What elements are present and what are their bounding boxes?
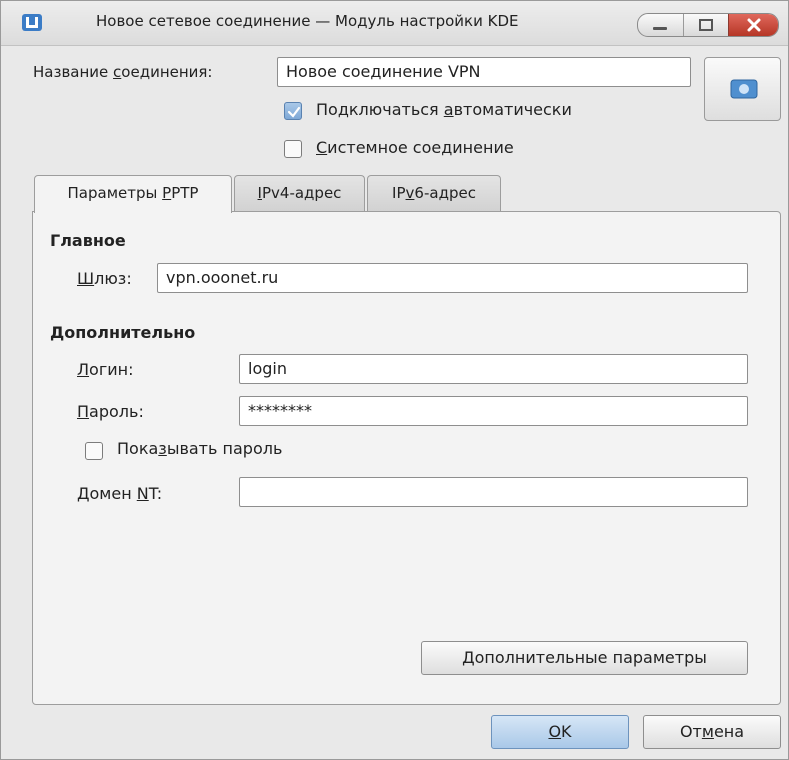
- login-input[interactable]: login: [239, 354, 748, 384]
- password-input[interactable]: ********: [239, 396, 748, 426]
- ok-button[interactable]: OK: [491, 715, 629, 749]
- network-folder-icon: [730, 79, 758, 99]
- dialog-window: Новое сетевое соединение — Модуль настро…: [0, 0, 789, 760]
- minimize-button[interactable]: [638, 14, 682, 36]
- nt-domain-label: Домен NT:: [77, 484, 163, 503]
- maximize-icon: [699, 19, 713, 31]
- maximize-button[interactable]: [683, 14, 728, 36]
- login-label: Логин:: [77, 360, 134, 379]
- tab-pptp[interactable]: Параметры PPTP: [34, 175, 232, 213]
- extra-section-heading: Дополнительно: [50, 323, 196, 342]
- connection-name-label: Название соединения:: [33, 63, 213, 81]
- nt-domain-input[interactable]: [239, 477, 748, 507]
- cancel-button[interactable]: Отмена: [643, 715, 781, 749]
- tab-ipv6[interactable]: IPv6-адрес: [367, 175, 501, 211]
- window-controls: [637, 13, 779, 37]
- title-bar[interactable]: Новое сетевое соединение — Модуль настро…: [1, 1, 788, 46]
- connection-name-input[interactable]: Новое соединение VPN: [277, 57, 691, 87]
- auto-connect-label: Подключаться автоматически: [316, 100, 572, 119]
- gateway-input[interactable]: vpn.ooonet.ru: [157, 263, 748, 293]
- minimize-icon: [653, 27, 667, 30]
- close-button[interactable]: [728, 14, 778, 36]
- system-connection-checkbox[interactable]: [284, 140, 302, 158]
- connection-icon-button[interactable]: [704, 57, 781, 121]
- gateway-label: Шлюз:: [77, 269, 132, 288]
- auto-connect-checkbox[interactable]: [284, 102, 302, 120]
- window-title: Новое сетевое соединение — Модуль настро…: [96, 12, 519, 30]
- tab-ipv4[interactable]: IPv4-адрес: [234, 175, 365, 211]
- advanced-parameters-button[interactable]: Дополнительные параметры: [421, 641, 748, 675]
- kde-app-icon: [22, 14, 42, 31]
- system-connection-label: Системное соединение: [316, 138, 514, 157]
- main-section-heading: Главное: [50, 231, 126, 250]
- checkmark-icon: [287, 106, 301, 118]
- password-label: Пароль:: [77, 402, 144, 421]
- show-password-checkbox[interactable]: [85, 442, 103, 460]
- close-icon: [747, 18, 761, 32]
- show-password-label: Показывать пароль: [117, 439, 283, 458]
